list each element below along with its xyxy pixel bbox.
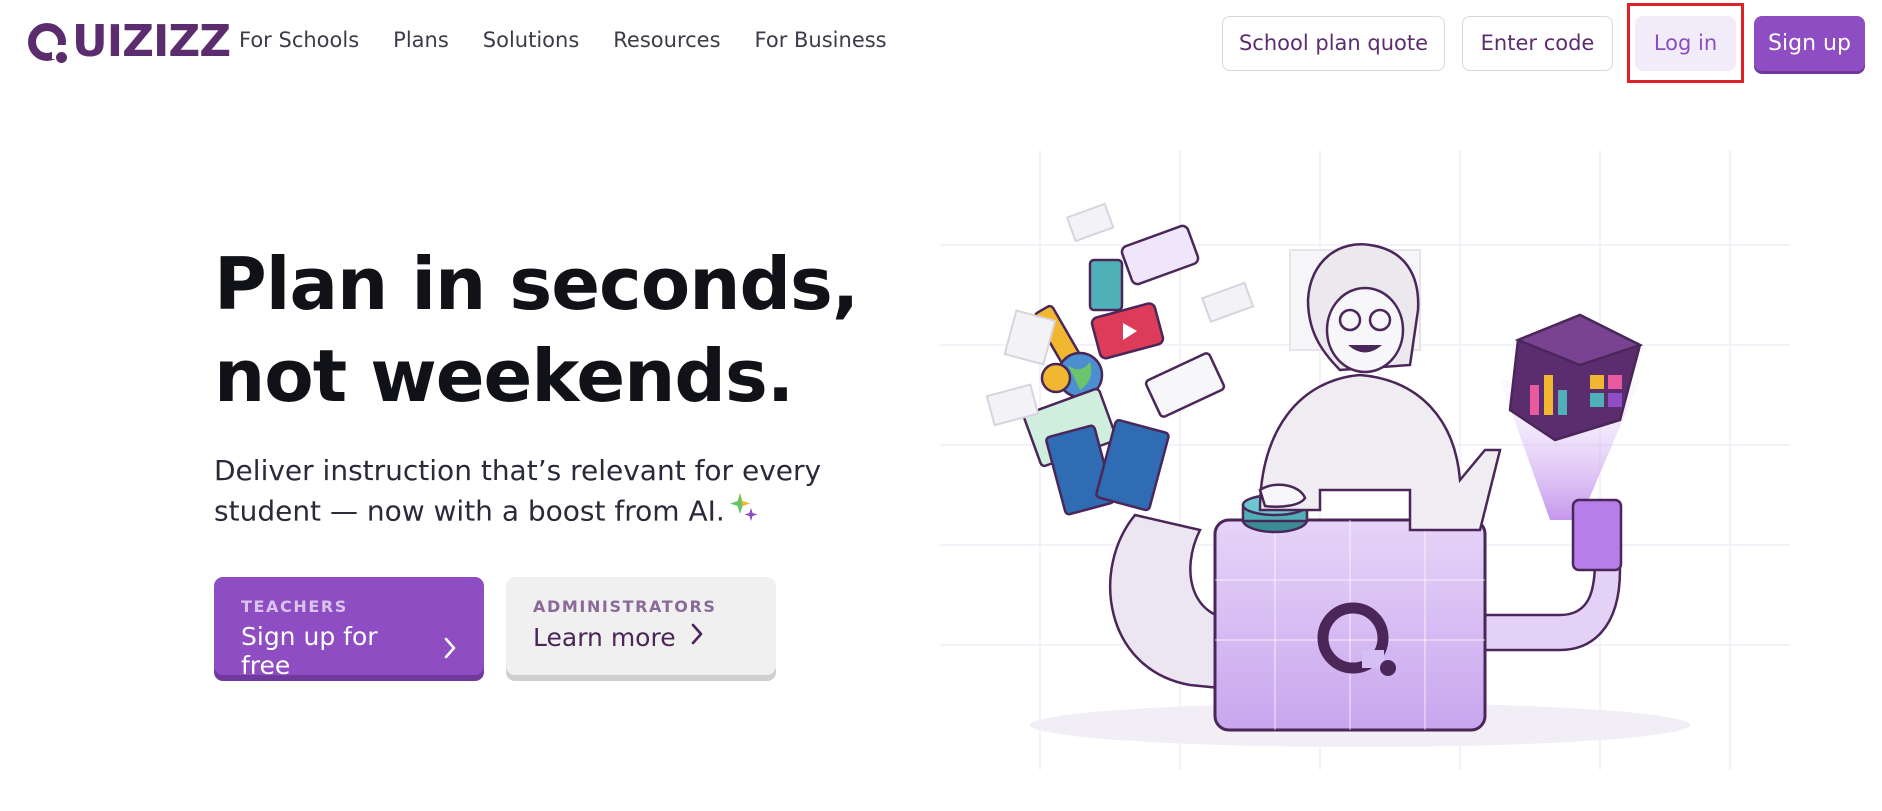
school-plan-quote-button[interactable]: School plan quote (1222, 15, 1445, 71)
teachers-kicker: TEACHERS (241, 597, 348, 616)
login-highlight-box: Log in (1627, 3, 1744, 83)
administrators-kicker: ADMINISTRATORS (533, 597, 717, 616)
nav-actions: School plan quote Enter code Log in Sign… (1222, 3, 1865, 83)
sign-up-button[interactable]: Sign up (1754, 15, 1865, 71)
logo-q-mark (28, 20, 70, 63)
hero-title-line-2: not weekends. (214, 334, 794, 418)
teachers-cta-label: Sign up for free (241, 622, 378, 680)
chevron-right-icon (690, 622, 704, 652)
log-in-button[interactable]: Log in (1635, 15, 1736, 71)
logo-wordmark: UIZIZZ (72, 15, 231, 67)
hero-illustration (940, 150, 1790, 770)
enter-code-button[interactable]: Enter code (1462, 15, 1613, 71)
hero-subtitle: Deliver instruction that’s relevant for … (214, 451, 854, 534)
hero-title: Plan in seconds, not weekends. (214, 238, 859, 422)
main-nav: For Schools Plans Solutions Resources Fo… (239, 28, 921, 52)
quizizz-logo[interactable]: UIZIZZ (28, 15, 231, 67)
nav-for-schools[interactable]: For Schools (239, 28, 359, 52)
nav-solutions[interactable]: Solutions (483, 28, 580, 52)
nav-plans[interactable]: Plans (393, 28, 449, 52)
administrators-learn-more-cta[interactable]: ADMINISTRATORS Learn more (506, 577, 776, 675)
teacher-machine-illustration (940, 150, 1790, 770)
hero-title-line-1: Plan in seconds, (214, 242, 859, 326)
administrators-cta-label: Learn more (533, 622, 676, 652)
sparkle-icon (729, 491, 759, 534)
nav-resources[interactable]: Resources (613, 28, 720, 52)
chevron-right-icon (443, 636, 457, 666)
nav-for-business[interactable]: For Business (755, 28, 887, 52)
teachers-signup-cta[interactable]: TEACHERS Sign up for free (214, 577, 484, 680)
top-navbar: UIZIZZ For Schools Plans Solutions Resou… (0, 0, 1882, 84)
